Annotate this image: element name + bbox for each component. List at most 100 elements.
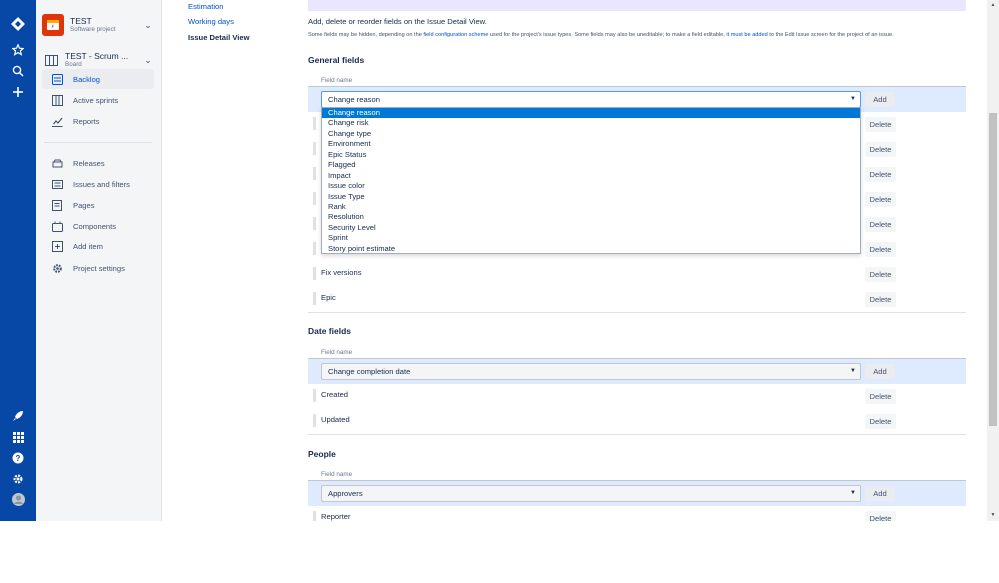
people-field-select[interactable]: Approvers ▼ bbox=[321, 485, 861, 502]
must-be-added-link[interactable]: it must be added bbox=[726, 32, 767, 38]
sidebar-item-label: Active sprints bbox=[73, 95, 119, 105]
global-navigation: ? bbox=[0, 0, 36, 521]
settings-link-working-days[interactable]: Working days bbox=[188, 17, 234, 26]
drag-handle[interactable] bbox=[313, 389, 316, 402]
field-name-label: Field name bbox=[321, 471, 353, 478]
dropdown-option[interactable]: Epic Status bbox=[322, 150, 860, 160]
drag-handle[interactable] bbox=[313, 192, 316, 205]
add-button[interactable]: Add bbox=[865, 364, 895, 379]
note-text: used for the project's issue types. Some… bbox=[488, 32, 727, 38]
chevron-down-icon[interactable]: ⌄ bbox=[142, 20, 154, 31]
app-switcher-icon[interactable] bbox=[0, 427, 36, 447]
add-button[interactable]: Add bbox=[865, 92, 895, 107]
dropdown-option[interactable]: Change reason bbox=[322, 108, 860, 119]
sidebar-item-project-settings[interactable]: Project settings bbox=[42, 258, 154, 278]
settings-link-estimation[interactable]: Estimation bbox=[188, 2, 223, 11]
rocket-icon[interactable] bbox=[0, 406, 36, 426]
sidebar-item-label: Issues and filters bbox=[73, 179, 130, 189]
dropdown-option[interactable]: Rank bbox=[322, 202, 860, 212]
delete-button[interactable]: Delete bbox=[865, 389, 896, 404]
section-divider bbox=[308, 434, 966, 435]
dropdown-option[interactable]: Change risk bbox=[322, 118, 860, 128]
settings-link-issue-detail-view[interactable]: Issue Detail View bbox=[188, 33, 249, 42]
field-name-label: Field name bbox=[321, 349, 353, 356]
select-value: Approvers bbox=[328, 489, 363, 498]
delete-button[interactable]: Delete bbox=[865, 242, 896, 257]
svg-text:?: ? bbox=[16, 454, 21, 463]
scrollbar-thumb[interactable] bbox=[989, 113, 997, 426]
sidebar-item-label: Project settings bbox=[73, 263, 125, 273]
drag-handle[interactable] bbox=[313, 242, 316, 255]
delete-button[interactable]: Delete bbox=[865, 142, 896, 157]
settings-icon[interactable] bbox=[0, 469, 36, 489]
drag-handle[interactable] bbox=[313, 217, 316, 230]
add-item-icon bbox=[50, 239, 64, 253]
sidebar-item-backlog[interactable]: Backlog bbox=[42, 69, 154, 89]
date-fields-heading: Date fields bbox=[308, 326, 351, 336]
delete-button[interactable]: Delete bbox=[865, 511, 896, 521]
drag-handle[interactable] bbox=[313, 267, 316, 280]
sidebar-item-pages[interactable]: Pages bbox=[42, 195, 154, 215]
star-icon[interactable] bbox=[0, 40, 36, 60]
sidebar-item-label: Reports bbox=[73, 116, 100, 126]
drag-handle[interactable] bbox=[313, 142, 316, 155]
settings-gear-icon bbox=[50, 261, 64, 275]
chevron-down-icon[interactable]: ⌄ bbox=[142, 55, 154, 66]
releases-icon bbox=[50, 156, 64, 170]
dropdown-option[interactable]: Issue Type bbox=[322, 192, 860, 202]
dropdown-option[interactable]: Resolution bbox=[322, 212, 860, 222]
search-icon[interactable] bbox=[0, 61, 36, 81]
scroll-up-arrow-icon[interactable]: ▲ bbox=[989, 2, 997, 8]
dropdown-option[interactable]: Impact bbox=[322, 171, 860, 181]
drag-handle[interactable] bbox=[313, 167, 316, 180]
dropdown-option[interactable]: Issue color bbox=[322, 181, 860, 191]
sidebar-item-components[interactable]: Components bbox=[42, 216, 154, 236]
reports-icon bbox=[50, 114, 64, 128]
sidebar-item-releases[interactable]: Releases bbox=[42, 153, 154, 173]
project-switcher[interactable]: TEST Software project ⌄ bbox=[42, 11, 154, 39]
general-field-select[interactable]: Change reason ▼ bbox=[321, 91, 861, 108]
delete-button[interactable]: Delete bbox=[865, 167, 896, 182]
dropdown-option[interactable]: Flagged bbox=[322, 160, 860, 170]
project-type: Software project bbox=[70, 25, 116, 33]
field-row: Created Delete bbox=[308, 384, 966, 409]
drag-handle[interactable] bbox=[313, 511, 316, 521]
delete-button[interactable]: Delete bbox=[865, 192, 896, 207]
add-button[interactable]: Add bbox=[865, 486, 895, 501]
field-row: Epic Delete bbox=[308, 287, 966, 312]
sidebar-item-active-sprints[interactable]: Active sprints bbox=[42, 90, 154, 110]
jira-logo-icon[interactable] bbox=[0, 14, 36, 34]
sidebar-item-issues-and-filters[interactable]: Issues and filters bbox=[42, 174, 154, 194]
project-avatar bbox=[42, 14, 64, 36]
field-name: Updated bbox=[321, 415, 350, 424]
delete-button[interactable]: Delete bbox=[865, 217, 896, 232]
dropdown-option[interactable]: Sprint bbox=[322, 233, 860, 243]
plus-icon[interactable] bbox=[0, 82, 36, 102]
section-divider bbox=[308, 312, 966, 313]
general-field-dropdown-list: Change reason Change risk Change type En… bbox=[321, 107, 861, 254]
delete-button[interactable]: Delete bbox=[865, 292, 896, 307]
page-scrollbar[interactable]: ▲ ▼ bbox=[987, 0, 999, 521]
chevron-down-icon: ▼ bbox=[850, 368, 856, 374]
sidebar-item-label: Add item bbox=[73, 241, 103, 251]
sidebar-item-label: Pages bbox=[73, 200, 95, 210]
date-field-select[interactable]: Change completion date ▼ bbox=[321, 363, 861, 380]
dropdown-option[interactable]: Environment bbox=[322, 139, 860, 149]
user-avatar[interactable] bbox=[0, 489, 36, 509]
sidebar-item-add-item[interactable]: Add item bbox=[42, 236, 154, 256]
scroll-down-arrow-icon[interactable]: ▼ bbox=[989, 512, 997, 518]
board-name: TEST - Scrum ... bbox=[65, 52, 129, 62]
drag-handle[interactable] bbox=[313, 117, 316, 130]
dropdown-option[interactable]: Change type bbox=[322, 129, 860, 139]
field-configuration-scheme-link[interactable]: field configuration scheme bbox=[423, 32, 488, 38]
dropdown-option[interactable]: Security Level bbox=[322, 223, 860, 233]
help-icon[interactable]: ? bbox=[0, 448, 36, 468]
drag-handle[interactable] bbox=[313, 292, 316, 305]
sidebar-item-reports[interactable]: Reports bbox=[42, 111, 154, 131]
delete-button[interactable]: Delete bbox=[865, 267, 896, 282]
delete-button[interactable]: Delete bbox=[865, 117, 896, 132]
drag-handle[interactable] bbox=[313, 414, 316, 427]
field-name: Epic bbox=[321, 293, 336, 302]
delete-button[interactable]: Delete bbox=[865, 414, 896, 429]
dropdown-option[interactable]: Story point estimate bbox=[322, 244, 860, 254]
